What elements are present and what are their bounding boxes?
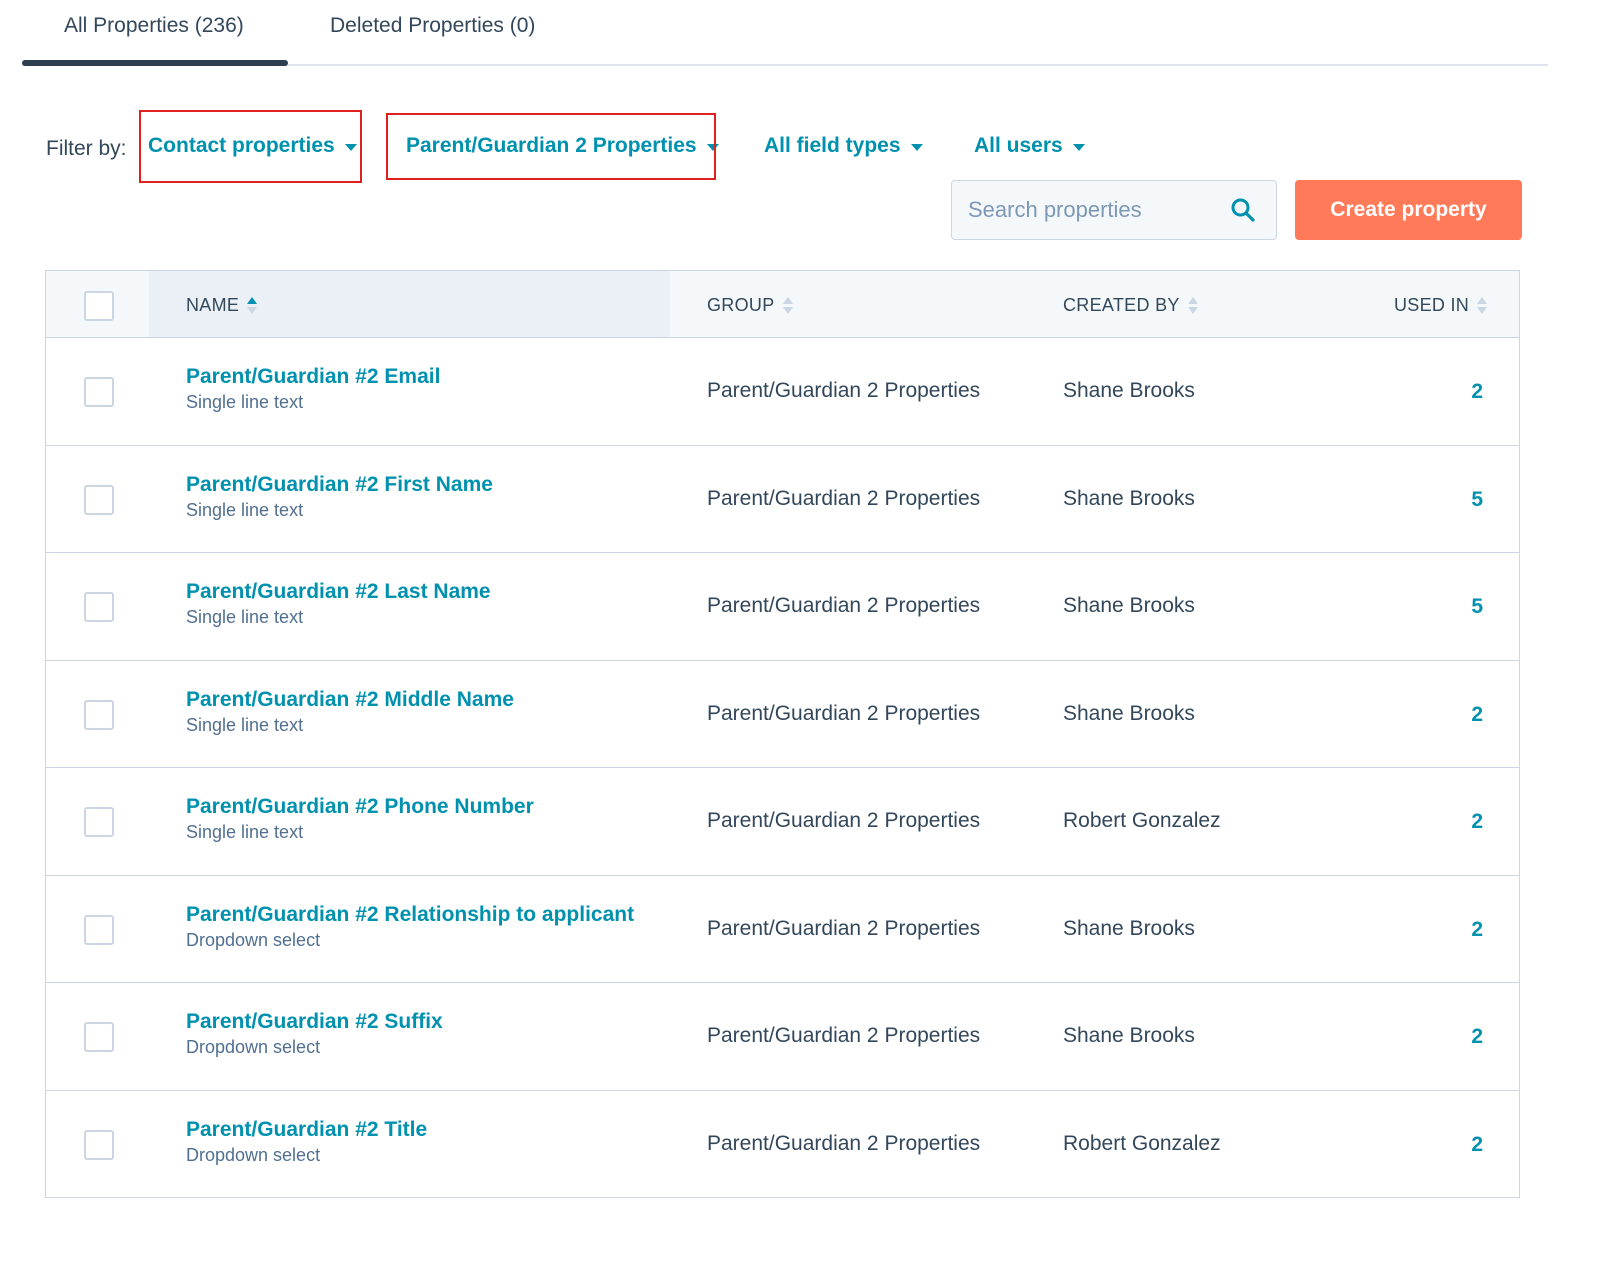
row-checkbox[interactable] [84,914,114,945]
column-header-name[interactable]: NAME [186,295,258,316]
column-header-label: USED IN [1394,295,1470,315]
row-checkbox[interactable] [84,699,114,730]
table-row: Parent/Guardian #2 Middle Name Single li… [46,661,1519,768]
table-header: NAME GROUP CREATED BY USED IN [46,271,1519,338]
property-field-type: Dropdown select [186,1037,321,1057]
row-checkbox[interactable] [84,377,114,407]
table-body: Parent/Guardian #2 Email Single line tex… [46,338,1519,1198]
search-icon[interactable] [1230,197,1256,223]
tab-all-properties[interactable]: All Properties (236) [64,14,244,38]
property-used-in-link[interactable]: 2 [1471,1025,1483,1049]
table-row: Parent/Guardian #2 Relationship to appli… [46,876,1519,983]
property-used-in-link[interactable]: 2 [1471,1133,1483,1157]
row-checkbox[interactable] [84,592,114,622]
select-all-checkbox[interactable] [84,291,114,321]
property-field-type: Dropdown select [186,1144,321,1165]
property-group: Parent/Guardian 2 Properties [707,1131,981,1155]
property-group: Parent/Guardian 2 Properties [707,1024,981,1047]
property-field-type: Single line text [186,822,304,842]
property-created-by: Robert Gonzalez [1063,809,1221,832]
property-created-by: Shane Brooks [1063,701,1195,725]
properties-table: NAME GROUP CREATED BY USED IN Parent/Gua… [45,270,1520,1198]
property-field-type: Single line text [186,714,304,735]
property-created-by: Shane Brooks [1063,1024,1195,1047]
property-group: Parent/Guardian 2 Properties [707,594,981,617]
property-used-in-link[interactable]: 5 [1471,595,1483,619]
property-created-by: Shane Brooks [1063,916,1195,940]
property-group: Parent/Guardian 2 Properties [707,379,981,402]
property-used-in-link[interactable]: 2 [1471,810,1483,834]
field-type-filter-label: All field types [764,134,901,157]
chevron-down-icon [910,143,923,151]
property-group: Parent/Guardian 2 Properties [707,701,981,725]
sort-icon [1187,297,1198,314]
row-checkbox[interactable] [84,1022,114,1052]
property-name-link[interactable]: Parent/Guardian #2 Middle Name [186,688,514,712]
sort-icon [1477,297,1488,314]
filter-label: Filter by: [46,137,127,160]
row-checkbox[interactable] [84,807,114,837]
column-header-created-by[interactable]: CREATED BY [1063,295,1198,316]
property-used-in-link[interactable]: 5 [1471,488,1483,512]
row-checkbox[interactable] [84,484,114,515]
annotation-highlight-box [386,113,716,180]
tab-deleted-properties[interactable]: Deleted Properties (0) [330,14,535,38]
property-field-type: Single line text [186,607,304,627]
users-filter-label: All users [974,134,1063,157]
property-used-in-link[interactable]: 2 [1471,380,1483,404]
column-header-label: CREATED BY [1063,295,1180,315]
property-name-link[interactable]: Parent/Guardian #2 Title [186,1118,427,1142]
annotation-highlight-box [139,110,362,183]
property-name-link[interactable]: Parent/Guardian #2 Email [186,365,440,389]
property-used-in-link[interactable]: 2 [1471,703,1483,727]
property-created-by: Robert Gonzalez [1063,1131,1221,1155]
row-checkbox[interactable] [84,1129,114,1160]
property-name-link[interactable]: Parent/Guardian #2 Phone Number [186,795,534,819]
property-created-by: Shane Brooks [1063,594,1195,617]
property-field-type: Single line text [186,499,304,520]
column-header-label: GROUP [707,295,775,315]
sort-icon [782,297,793,314]
property-name-link[interactable]: Parent/Guardian #2 Relationship to appli… [186,903,634,927]
property-name-link[interactable]: Parent/Guardian #2 Last Name [186,580,491,604]
property-group: Parent/Guardian 2 Properties [707,486,981,510]
table-row: Parent/Guardian #2 Email Single line tex… [46,338,1519,446]
column-header-group[interactable]: GROUP [707,295,793,316]
table-row: Parent/Guardian #2 First Name Single lin… [46,446,1519,553]
table-row: Parent/Guardian #2 Phone Number Single l… [46,768,1519,876]
property-created-by: Shane Brooks [1063,486,1195,510]
column-header-used-in[interactable]: USED IN [1394,295,1488,316]
property-used-in-link[interactable]: 2 [1471,918,1483,942]
active-tab-indicator [22,60,288,66]
sort-icon [247,297,258,314]
property-group: Parent/Guardian 2 Properties [707,809,981,832]
property-created-by: Shane Brooks [1063,379,1195,402]
table-row: Parent/Guardian #2 Last Name Single line… [46,553,1519,661]
users-filter-dropdown[interactable]: All users [974,134,1085,158]
chevron-down-icon [1072,143,1085,151]
create-property-button[interactable]: Create property [1295,180,1522,240]
table-row: Parent/Guardian #2 Title Dropdown select… [46,1091,1519,1199]
tab-bar: All Properties (236) Deleted Properties … [22,0,1548,66]
column-header-label: NAME [186,295,240,315]
search-box [951,180,1277,240]
property-name-link[interactable]: Parent/Guardian #2 Suffix [186,1010,443,1034]
property-name-link[interactable]: Parent/Guardian #2 First Name [186,473,493,497]
property-group: Parent/Guardian 2 Properties [707,916,981,940]
property-field-type: Dropdown select [186,929,321,950]
search-input[interactable] [968,197,1218,223]
property-field-type: Single line text [186,392,304,412]
field-type-filter-dropdown[interactable]: All field types [764,134,923,158]
table-row: Parent/Guardian #2 Suffix Dropdown selec… [46,983,1519,1091]
